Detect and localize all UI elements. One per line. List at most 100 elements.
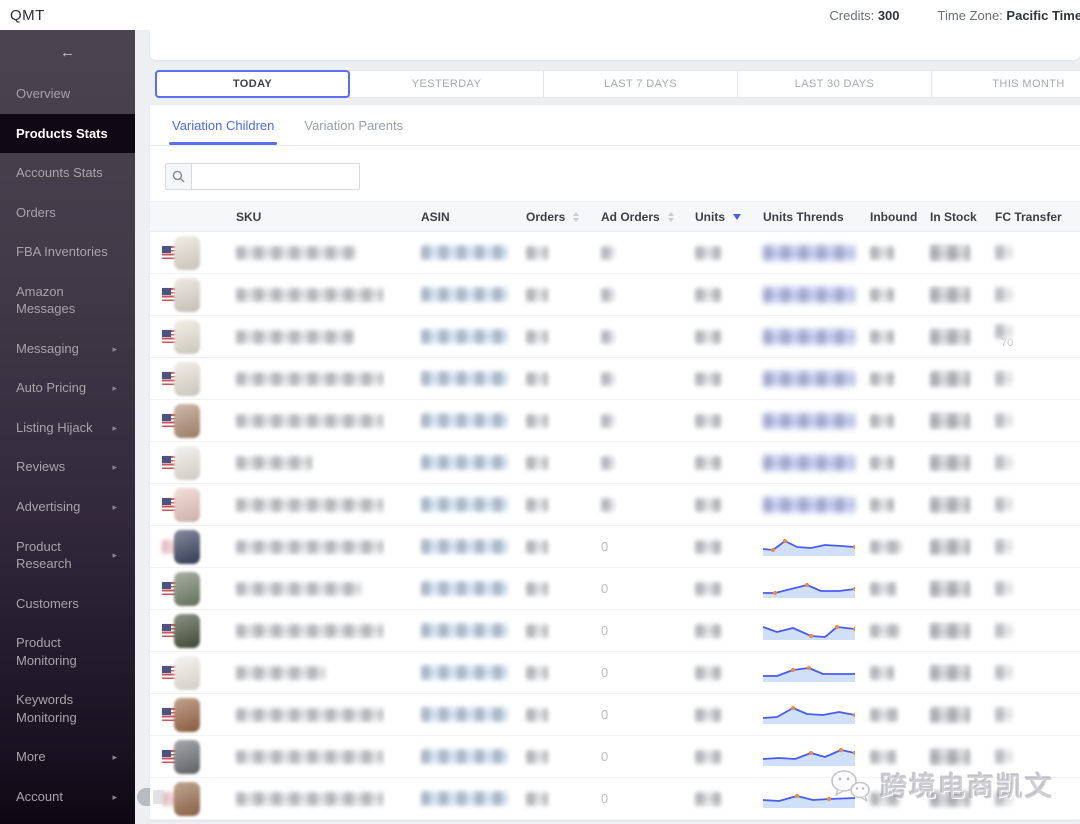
tab-variation-children[interactable]: Variation Children bbox=[168, 105, 278, 145]
table-row[interactable]: 0 bbox=[150, 526, 1080, 568]
fc-transfer-cell bbox=[983, 539, 1080, 554]
sidebar-item-product-research[interactable]: Product Research ▸ bbox=[0, 527, 135, 584]
submenu-arrow-icon: ▸ bbox=[112, 791, 117, 802]
variation-tabs: Variation Children Variation Parents bbox=[150, 105, 1080, 146]
column-header-adorders[interactable]: Ad Orders bbox=[583, 210, 683, 224]
asin-link-blur[interactable] bbox=[421, 329, 508, 344]
units-cell bbox=[683, 623, 748, 638]
column-header-sku[interactable]: SKU bbox=[218, 210, 383, 224]
asin-link-blur[interactable] bbox=[421, 371, 508, 386]
sidebar-item-products-stats[interactable]: Products Stats bbox=[0, 113, 135, 154]
asin-link-blur[interactable] bbox=[421, 665, 508, 680]
collapse-sidebar-button[interactable]: ← bbox=[0, 30, 135, 74]
sidebar-item-customers[interactable]: Customers bbox=[0, 584, 135, 624]
range-button-last-30-days[interactable]: LAST 30 DAYS bbox=[737, 70, 932, 98]
sidebar-item-label: Messaging bbox=[16, 340, 79, 356]
ad-orders-cell bbox=[583, 371, 683, 386]
sidebar-item-messaging[interactable]: Messaging ▸ bbox=[0, 329, 135, 369]
units-cell bbox=[683, 791, 748, 806]
marketplace-cell bbox=[150, 666, 182, 679]
sidebar-item-orders[interactable]: Orders bbox=[0, 193, 135, 233]
orders-value-blur bbox=[526, 707, 548, 722]
sidebar-item-fba-inventories[interactable]: FBA Inventories bbox=[0, 232, 135, 272]
asin-link-blur[interactable] bbox=[421, 497, 508, 512]
ad-orders-cell bbox=[583, 245, 683, 260]
range-button-last-7-days[interactable]: LAST 7 DAYS bbox=[543, 70, 738, 98]
inbound-cell bbox=[858, 455, 923, 470]
sidebar-item-product-monitoring[interactable]: Product Monitoring bbox=[0, 623, 135, 680]
sidebar-item-auto-pricing[interactable]: Auto Pricing ▸ bbox=[0, 368, 135, 408]
marketplace-cell bbox=[150, 288, 182, 301]
column-header-thrends[interactable]: Units Thrends bbox=[748, 210, 858, 224]
units-value-blur bbox=[695, 455, 721, 470]
inbound-value-blur bbox=[870, 539, 902, 554]
asin-link-blur[interactable] bbox=[421, 749, 508, 764]
table-row[interactable] bbox=[150, 400, 1080, 442]
sidebar-item-keywords-monitoring[interactable]: Keywords Monitoring bbox=[0, 680, 135, 737]
sidebar-nav: Overview Products Stats Accounts Stats Orde… bbox=[0, 74, 135, 816]
tab-label: Variation Parents bbox=[304, 117, 404, 133]
orders-value-blur bbox=[526, 791, 548, 806]
timezone-indicator: Time Zone: Pacific Time ( bbox=[938, 8, 1080, 23]
in-stock-cell bbox=[923, 664, 983, 681]
sku-cell bbox=[218, 749, 383, 764]
asin-link-blur[interactable] bbox=[421, 581, 508, 596]
column-header-label: In Stock bbox=[930, 209, 977, 224]
sidebar-item-listing-hijack[interactable]: Listing Hijack ▸ bbox=[0, 408, 135, 448]
sidebar-item-advertising[interactable]: Advertising ▸ bbox=[0, 487, 135, 527]
column-header-inbound[interactable]: Inbound bbox=[858, 210, 923, 224]
sidebar-item-amazon-messages[interactable]: Amazon Messages bbox=[0, 272, 135, 329]
in-stock-cell bbox=[923, 454, 983, 471]
units-cell bbox=[683, 371, 748, 386]
asin-link-blur[interactable] bbox=[421, 707, 508, 722]
inbound-value-blur bbox=[870, 707, 898, 722]
table-row[interactable]: 70 bbox=[150, 316, 1080, 358]
column-header-asin[interactable]: ASIN bbox=[383, 210, 508, 224]
horizontal-scroll-left-handle[interactable] bbox=[137, 788, 164, 806]
asin-link-blur[interactable] bbox=[421, 287, 508, 302]
column-header-orders[interactable]: Orders bbox=[508, 210, 583, 224]
sidebar-item-reviews[interactable]: Reviews ▸ bbox=[0, 447, 135, 487]
column-header-fc[interactable]: FC Transfer bbox=[983, 210, 1080, 224]
range-button-this-month[interactable]: THIS MONTH bbox=[931, 70, 1080, 98]
asin-link-blur[interactable] bbox=[421, 413, 508, 428]
table-row[interactable] bbox=[150, 358, 1080, 400]
search-button[interactable] bbox=[165, 163, 192, 190]
table-row[interactable] bbox=[150, 442, 1080, 484]
in-stock-value-blur bbox=[930, 706, 970, 723]
table-row[interactable]: 0 bbox=[150, 610, 1080, 652]
asin-cell bbox=[383, 539, 508, 554]
sidebar-item-more[interactable]: More ▸ bbox=[0, 737, 135, 777]
watermark: 跨境电商凯文 bbox=[829, 765, 1054, 804]
range-button-today[interactable]: TODAY bbox=[155, 70, 350, 98]
asin-link-blur[interactable] bbox=[421, 791, 508, 806]
asin-link-blur[interactable] bbox=[421, 539, 508, 554]
orders-value-blur bbox=[526, 245, 548, 260]
table-row[interactable]: 0 bbox=[150, 694, 1080, 736]
search-input[interactable] bbox=[192, 163, 360, 190]
units-cell bbox=[683, 707, 748, 722]
sidebar-item-accounts-stats[interactable]: Accounts Stats bbox=[0, 153, 135, 193]
sidebar-item-account[interactable]: Account ▸ bbox=[0, 777, 135, 817]
asin-link-blur[interactable] bbox=[421, 245, 508, 260]
table-row[interactable] bbox=[150, 484, 1080, 526]
asin-link-blur[interactable] bbox=[421, 623, 508, 638]
fc-transfer-value-blur bbox=[995, 287, 1013, 302]
table-row[interactable] bbox=[150, 274, 1080, 316]
column-header-label: SKU bbox=[236, 209, 262, 224]
in-stock-cell bbox=[923, 748, 983, 765]
asin-cell bbox=[383, 413, 508, 428]
table-row[interactable] bbox=[150, 232, 1080, 274]
column-header-instock[interactable]: In Stock bbox=[923, 210, 983, 224]
table-row[interactable]: 0 bbox=[150, 652, 1080, 694]
tab-variation-parents[interactable]: Variation Parents bbox=[304, 105, 403, 145]
sidebar-item-label: Overview bbox=[16, 86, 71, 101]
in-stock-value-blur bbox=[930, 580, 970, 597]
sort-icon bbox=[667, 211, 674, 222]
column-header-units[interactable]: Units bbox=[683, 210, 748, 224]
sku-blur bbox=[236, 497, 383, 512]
asin-link-blur[interactable] bbox=[421, 455, 508, 470]
table-row[interactable]: 0 bbox=[150, 568, 1080, 610]
range-button-yesterday[interactable]: YESTERDAY bbox=[349, 70, 544, 98]
sidebar-item-overview[interactable]: Overview bbox=[0, 74, 135, 114]
